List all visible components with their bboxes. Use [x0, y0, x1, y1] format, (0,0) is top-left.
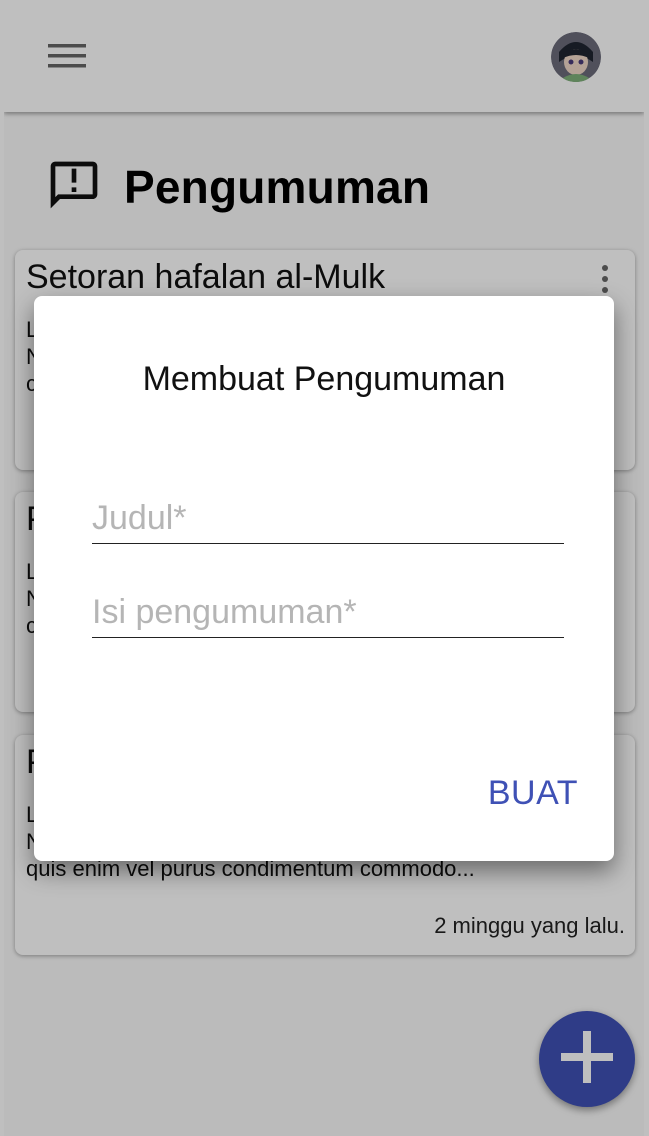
title-input[interactable] [92, 494, 564, 543]
dialog-title: Membuat Pengumuman [142, 360, 506, 398]
title-field [92, 494, 564, 544]
content-field [92, 588, 564, 638]
content-input[interactable] [92, 588, 564, 637]
create-button[interactable]: BUAT [488, 774, 578, 813]
create-announcement-dialog: Membuat Pengumuman BUAT [34, 296, 614, 861]
